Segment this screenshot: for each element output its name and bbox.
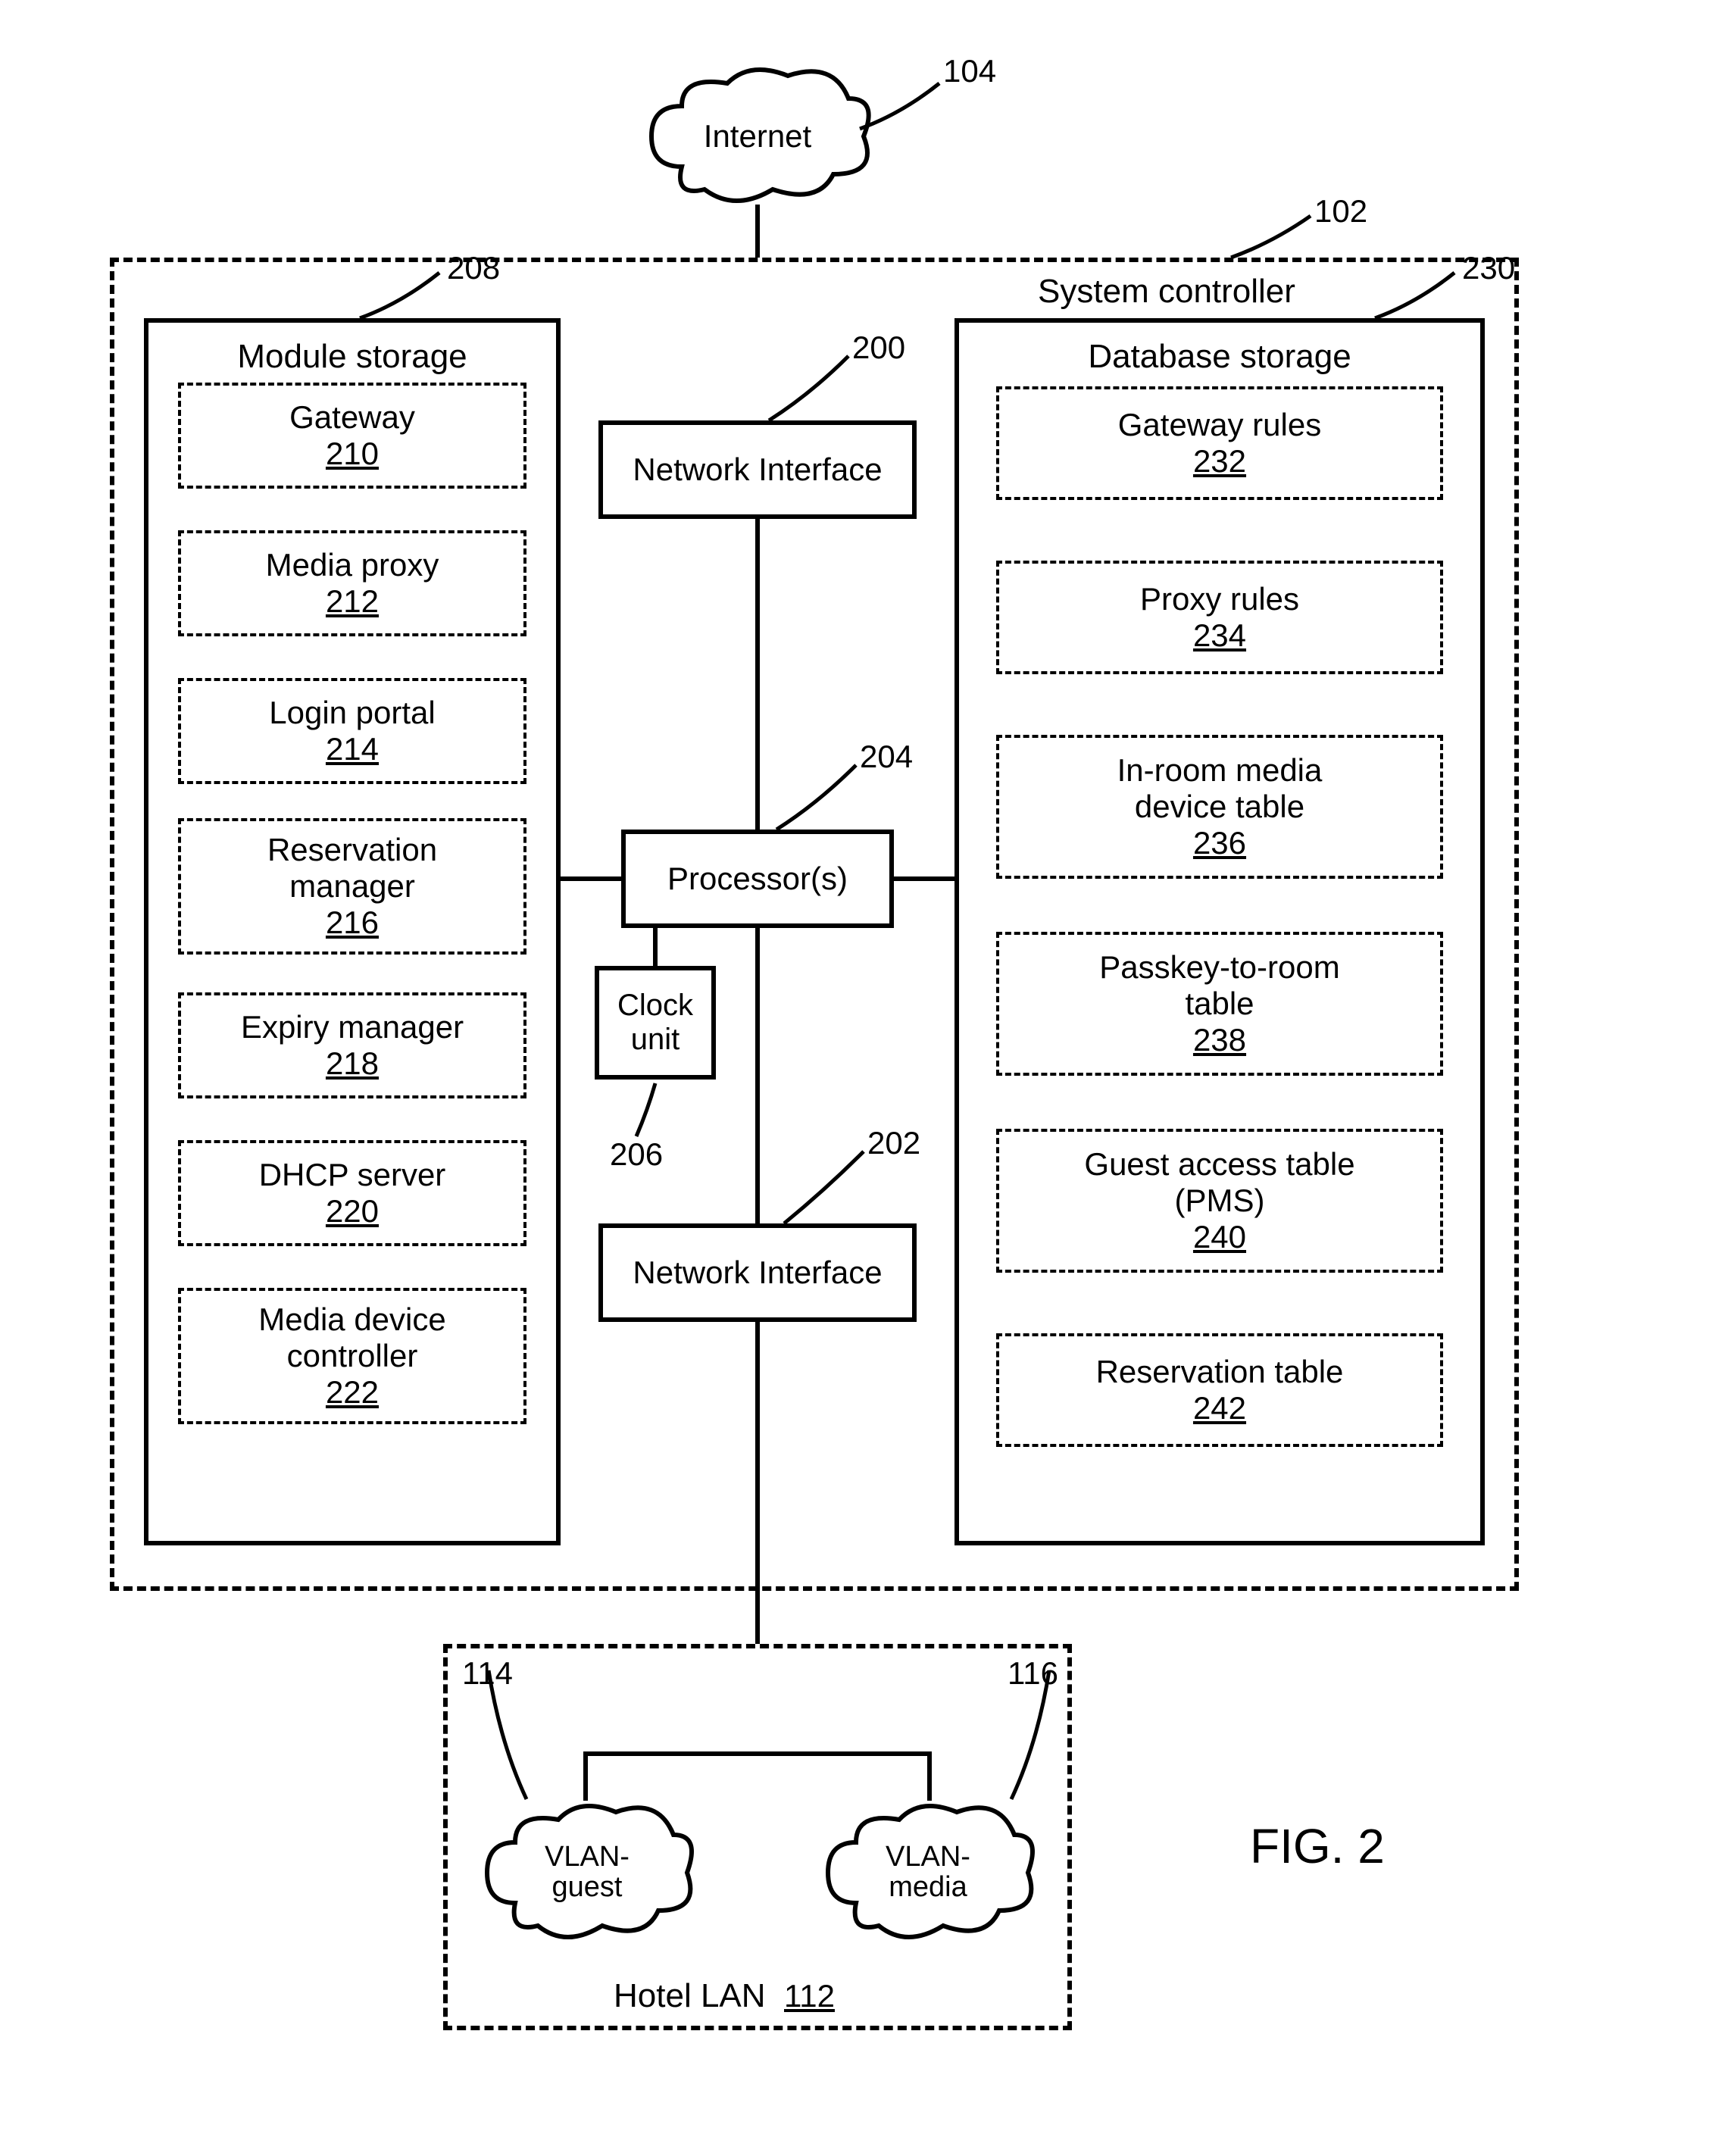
- db-guest-access-label: Guest access table (PMS): [1061, 1146, 1379, 1220]
- db-proxy-rules: Proxy rules 234: [996, 561, 1443, 674]
- module-login-portal-label: Login portal: [269, 695, 436, 731]
- vlan-guest-text: VLAN-guest: [519, 1842, 655, 1903]
- db-inroom-media-label: In-room media device table: [1068, 752, 1371, 826]
- internet-cloud: Internet: [636, 61, 879, 212]
- module-reservation-mgr-label: Reservation manager: [239, 832, 466, 905]
- clock-unit-box: Clock unit: [595, 966, 716, 1080]
- processors-ref: 204: [860, 739, 913, 775]
- network-interface-top-ref: 200: [852, 330, 905, 366]
- vlan-guest-cloud: VLAN-guest: [473, 1797, 701, 1948]
- module-expiry-mgr-label: Expiry manager: [241, 1009, 464, 1045]
- db-gateway-rules-ref: 232: [1193, 443, 1246, 480]
- hotel-lan-label-wrap: Hotel LAN 112: [614, 1977, 835, 2015]
- db-passkey-room-ref: 238: [1193, 1022, 1246, 1058]
- network-interface-top-label: Network Interface: [633, 452, 882, 488]
- processors-box: Processor(s): [621, 830, 894, 928]
- module-media-proxy-label: Media proxy: [266, 547, 439, 583]
- db-inroom-media: In-room media device table 236: [996, 735, 1443, 879]
- module-reservation-mgr: Reservation manager 216: [178, 818, 526, 955]
- vlan-guest-label: VLAN-guest: [473, 1842, 701, 1903]
- db-gateway-rules: Gateway rules 232: [996, 386, 1443, 500]
- system-controller-label: System controller: [1015, 273, 1318, 311]
- network-interface-bottom-label: Network Interface: [633, 1255, 882, 1291]
- clock-unit-ref: 206: [610, 1136, 663, 1173]
- module-expiry-mgr-ref: 218: [326, 1045, 379, 1082]
- db-passkey-room: Passkey-to-room table 238: [996, 932, 1443, 1076]
- module-dhcp-server-ref: 220: [326, 1193, 379, 1230]
- module-media-device-ctrl-label: Media device controller: [239, 1301, 466, 1375]
- module-gateway: Gateway 210: [178, 383, 526, 489]
- internet-label: Internet: [636, 120, 879, 153]
- module-login-portal-ref: 214: [326, 731, 379, 767]
- module-media-proxy-ref: 212: [326, 583, 379, 620]
- db-inroom-media-ref: 236: [1193, 825, 1246, 861]
- vlan-media-label: VLAN-media: [814, 1842, 1042, 1903]
- db-guest-access: Guest access table (PMS) 240: [996, 1129, 1443, 1273]
- network-interface-top: Network Interface: [598, 420, 917, 519]
- db-reservation-table-ref: 242: [1193, 1390, 1246, 1426]
- module-storage-ref: 208: [447, 250, 500, 286]
- db-proxy-rules-ref: 234: [1193, 617, 1246, 654]
- module-storage-title: Module storage: [237, 338, 467, 376]
- hotel-lan-label: Hotel LAN: [614, 1977, 766, 2014]
- processors-label: Processor(s): [667, 861, 848, 897]
- vlan-media-cloud: VLAN-media: [814, 1797, 1042, 1948]
- db-guest-access-ref: 240: [1193, 1219, 1246, 1255]
- module-gateway-ref: 210: [326, 436, 379, 472]
- figure-label: FIG. 2: [1250, 1818, 1385, 1874]
- module-gateway-label: Gateway: [289, 399, 415, 436]
- db-gateway-rules-label: Gateway rules: [1118, 407, 1321, 443]
- clock-unit-label: Clock unit: [610, 989, 701, 1057]
- module-media-proxy: Media proxy 212: [178, 530, 526, 636]
- network-interface-bottom: Network Interface: [598, 1223, 917, 1322]
- module-reservation-mgr-ref: 216: [326, 905, 379, 941]
- db-passkey-room-label: Passkey-to-room table: [1068, 949, 1371, 1023]
- db-proxy-rules-label: Proxy rules: [1140, 581, 1299, 617]
- hotel-lan-ref: 112: [784, 1978, 835, 2014]
- internet-ref: 104: [943, 53, 996, 89]
- vlan-guest-ref: 114: [462, 1655, 513, 1692]
- system-controller-ref: 102: [1314, 193, 1367, 230]
- system-controller-text: System controller: [1038, 273, 1295, 310]
- database-storage-title: Database storage: [1088, 338, 1351, 376]
- module-media-device-ctrl-ref: 222: [326, 1374, 379, 1411]
- module-dhcp-server: DHCP server 220: [178, 1140, 526, 1246]
- module-media-device-ctrl: Media device controller 222: [178, 1288, 526, 1424]
- module-login-portal: Login portal 214: [178, 678, 526, 784]
- db-reservation-table: Reservation table 242: [996, 1333, 1443, 1447]
- vlan-media-text: VLAN-media: [860, 1842, 996, 1903]
- module-expiry-mgr: Expiry manager 218: [178, 992, 526, 1098]
- module-dhcp-server-label: DHCP server: [259, 1157, 446, 1193]
- network-interface-bottom-ref: 202: [867, 1125, 920, 1161]
- database-storage-ref: 230: [1462, 250, 1515, 286]
- db-reservation-table-label: Reservation table: [1096, 1354, 1344, 1390]
- vlan-media-ref: 116: [1008, 1655, 1058, 1692]
